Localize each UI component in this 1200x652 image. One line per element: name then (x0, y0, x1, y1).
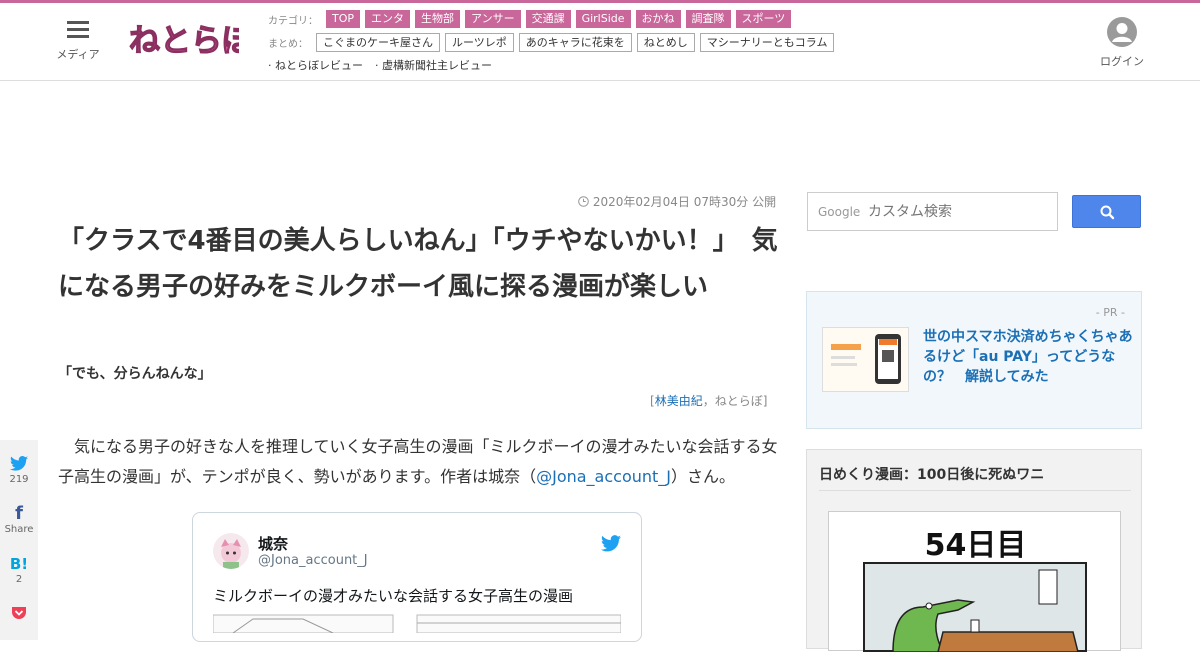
byline-close: ] (762, 394, 768, 408)
user-icon (1107, 17, 1137, 47)
comic-day-label: 54日目 (924, 528, 1027, 563)
article-subtitle: 「でも、分らんねんな」 (58, 366, 212, 382)
category-nav: カテゴリ： TOP エンタ 生物部 アンサー 交通課 GirlSide おかね … (268, 10, 796, 28)
daily-comic-widget: 日めくり漫画：100日後に死ぬワニ 54日目 (806, 449, 1142, 652)
tweet-avatar[interactable] (213, 533, 249, 569)
login-label: ログイン (1100, 55, 1144, 68)
author-twitter-link[interactable]: @Jona_account_J (536, 467, 671, 486)
tweet-author-name[interactable]: 城奈 (258, 533, 288, 554)
crocodile-illustration (863, 562, 1087, 652)
matome-koguma[interactable]: こぐまのケーキ屋さん (316, 33, 440, 52)
embedded-tweet[interactable]: 城奈 @Jona_account_J ミルクボーイの漫才みたいな会話する女子高生… (192, 512, 642, 642)
daily-comic-title[interactable]: 日めくり漫画：100日後に死ぬワニ (819, 464, 1044, 484)
search-button[interactable] (1072, 195, 1141, 228)
share-pocket[interactable] (0, 606, 38, 623)
twitter-share-icon (10, 456, 28, 471)
clock-icon (578, 196, 589, 207)
byline-author-link[interactable]: 林美由紀 (655, 394, 703, 408)
byline-site: ねとらぼ (714, 394, 763, 408)
netorabo-logo[interactable]: ねとらぼ (127, 17, 239, 63)
article-lead-paragraph: 気になる男子の好きな人を推理していく女子高生の漫画「ミルクボーイの漫才みたいな会… (58, 432, 780, 492)
publish-date-text: 2020年02月04日 07時30分 公開 (592, 195, 777, 209)
category-top[interactable]: TOP (326, 10, 361, 28)
twitter-bird-icon[interactable] (601, 535, 621, 552)
media-menu-button[interactable]: メディア (55, 21, 101, 62)
category-girlside[interactable]: GirlSide (575, 10, 631, 28)
category-koutsuka[interactable]: 交通課 (525, 10, 571, 28)
lead-text-end: ）さん。 (671, 467, 736, 486)
facebook-share-label: Share (4, 524, 34, 535)
matome-nav: まとめ： こぐまのケーキ屋さん ルーツレポ あのキャラに花束を ねとめし マシー… (268, 33, 839, 52)
tweet-text: ミルクボーイの漫才みたいな会話する女子高生の漫画 (213, 587, 574, 605)
site-header: メディア ねとらぼ カテゴリ： TOP エンタ 生物部 アンサー 交通課 Gir… (0, 3, 1200, 81)
category-enta[interactable]: エンタ (365, 10, 411, 28)
matome-roots-repo[interactable]: ルーツレポ (445, 33, 514, 52)
custom-search-box[interactable]: Google (807, 192, 1058, 231)
publish-date: 2020年02月04日 07時30分 公開 (578, 193, 776, 210)
daily-comic-divider (819, 490, 1131, 491)
tweet-author-handle[interactable]: @Jona_account_J (258, 553, 368, 568)
category-answer[interactable]: アンサー (465, 10, 521, 28)
category-okane[interactable]: おかね (635, 10, 681, 28)
pr-thumbnail[interactable] (822, 327, 909, 392)
google-brand-label: Google (818, 205, 861, 219)
review-nav: · ねとらぼレビュー · 虚構新聞社主レビュー (268, 57, 504, 73)
share-facebook[interactable]: f Share (0, 503, 38, 536)
matome-label: まとめ： (268, 39, 308, 50)
article-byline: [林美由紀，ねとらぼ] (650, 392, 767, 409)
matome-netomeshi[interactable]: ねとめし (636, 33, 695, 52)
media-menu-label: メディア (56, 48, 100, 61)
article-title: 「クラスで4番目の美人らしいねん」「ウチやないかい！」 気になる男子の好みをミル… (58, 226, 778, 302)
twitter-share-count: 219 (9, 474, 29, 485)
hatena-count: 2 (15, 574, 23, 585)
byline-separator: ， (702, 394, 715, 408)
search-icon (1100, 205, 1115, 220)
login-button[interactable]: ログイン (1098, 17, 1146, 69)
category-label: カテゴリ： (268, 15, 318, 27)
review-link-netorabo[interactable]: · ねとらぼレビュー (268, 57, 363, 73)
pr-tag: - PR - (1095, 306, 1125, 319)
matome-hanataba[interactable]: あのキャラに花束を (518, 33, 632, 52)
category-sports[interactable]: スポーツ (735, 10, 792, 28)
daily-comic-image[interactable]: 54日目 (828, 511, 1121, 652)
pocket-icon (12, 607, 26, 619)
svg-text:ねとらぼ: ねとらぼ (129, 23, 239, 58)
share-hatena[interactable]: B! 2 (0, 554, 38, 585)
category-chousatai[interactable]: 調査隊 (685, 10, 731, 28)
pr-ad-box: - PR - 世の中スマホ決済めちゃくちゃあるけど「au PAY」ってどうなの？… (806, 291, 1142, 429)
search-input[interactable] (868, 199, 1053, 225)
share-twitter[interactable]: 219 (0, 456, 38, 485)
category-seibutsubu[interactable]: 生物部 (415, 10, 461, 28)
tweet-manga-image[interactable] (213, 613, 621, 633)
share-bar: 219 f Share B! 2 (0, 440, 38, 640)
hamburger-icon (67, 21, 89, 38)
matome-machinery[interactable]: マシーナリーともコラム (699, 33, 835, 52)
facebook-icon: f (15, 503, 23, 524)
hatena-bookmark-icon: B! (9, 555, 29, 573)
pr-headline-link[interactable]: 世の中スマホ決済めちゃくちゃあるけど「au PAY」ってどうなの？ 解説してみた (923, 327, 1133, 387)
review-link-kyokou[interactable]: · 虚構新聞社主レビュー (375, 57, 492, 73)
